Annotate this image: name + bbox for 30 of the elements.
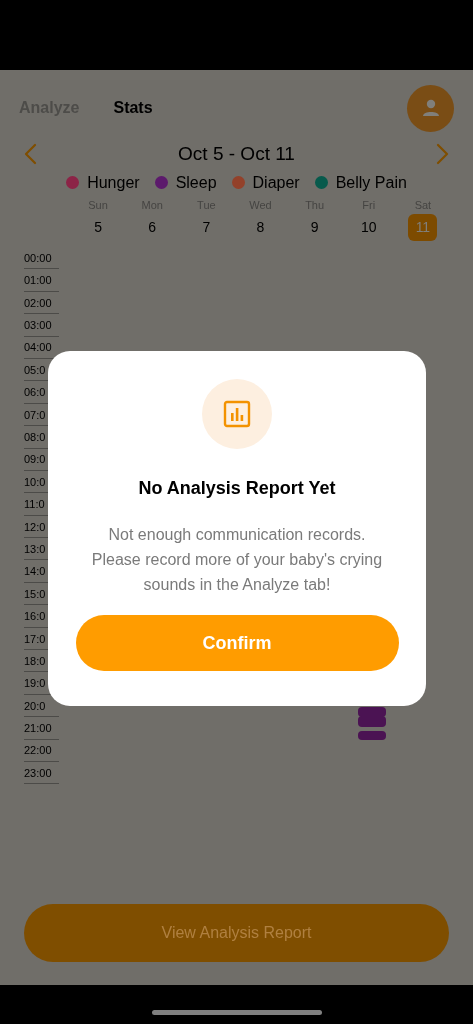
- day-number[interactable]: 6: [137, 214, 167, 241]
- legend-label: Diaper: [252, 172, 300, 193]
- sleep-entry[interactable]: [358, 731, 386, 740]
- dialog-message: Not enough communication records. Please record more of your baby's crying sounds in the Analyze tab!: [90, 525, 384, 595]
- day-number[interactable]: 5: [83, 214, 113, 241]
- legend-label: Belly Pain: [335, 172, 407, 193]
- hour-label: 22:00: [24, 739, 59, 762]
- day-number[interactable]: 7: [191, 214, 221, 241]
- sleep-entry[interactable]: [358, 707, 386, 717]
- legend-label: Sleep: [175, 172, 217, 193]
- dialog-title: No Analysis Report Yet: [138, 477, 336, 500]
- hour-label: 03:00: [24, 314, 59, 337]
- day-number[interactable]: 10: [354, 214, 384, 241]
- week-range: Oct 5 - Oct 11: [178, 142, 295, 166]
- hour-label: 00:00: [24, 247, 59, 270]
- hour-label: 02:00: [24, 291, 59, 315]
- day-number[interactable]: 9: [300, 214, 330, 241]
- person-icon: [420, 98, 441, 118]
- tab[interactable]: Stats: [113, 96, 153, 120]
- confirm-button[interactable]: Confirm: [75, 615, 399, 671]
- day-number[interactable]: 8: [246, 214, 275, 241]
- hour-label: 01:00: [24, 269, 59, 292]
- sleep-entry[interactable]: [358, 716, 386, 727]
- hour-label: 21:00: [24, 717, 59, 740]
- hour-label: 23:00: [24, 762, 59, 785]
- legend-label: Hunger: [87, 172, 140, 193]
- previous-week-icon[interactable]: [23, 143, 37, 166]
- profile-button[interactable]: [407, 84, 454, 132]
- next-week-icon[interactable]: [436, 143, 450, 166]
- bar-chart-icon: [223, 400, 251, 428]
